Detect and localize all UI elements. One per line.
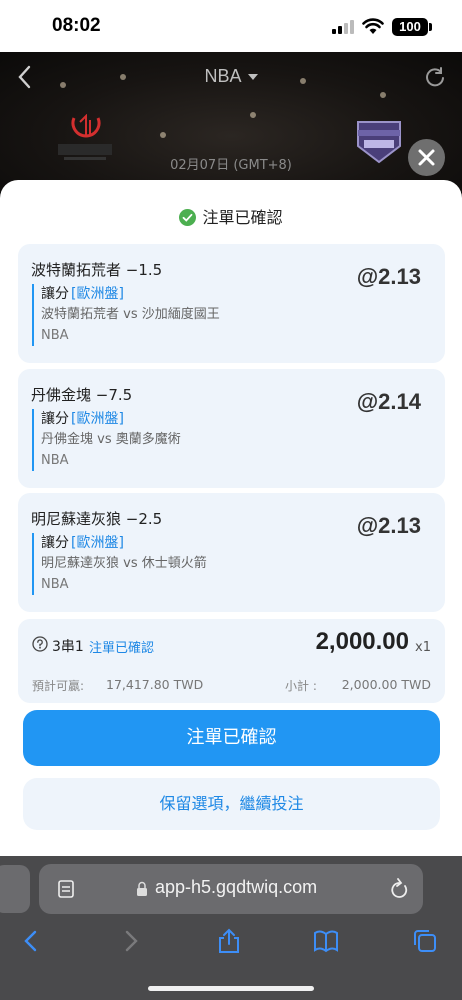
bet-detail: 讓分 [歐洲盤] 明尼蘇達灰狼 vs 休士頓火箭 NBA [32, 533, 332, 595]
status-time: 08:02 [52, 15, 101, 36]
browser-toolbar: app-h5.gqdtwiq.com [0, 856, 462, 1000]
reload-icon[interactable] [389, 878, 409, 900]
back-icon[interactable] [18, 928, 44, 954]
battery-tip [429, 23, 432, 31]
bet-selection: 丹佛金塊 −7.5 [31, 386, 133, 404]
bet-detail: 讓分 [歐洲盤] 丹佛金塊 vs 奧蘭多魔術 NBA [32, 409, 332, 471]
sheet-title: 注單已確認 [0, 204, 462, 228]
bet-odds: @2.14 [356, 389, 421, 414]
parlay-type: 3串1 [52, 639, 84, 655]
bet-matchup: 波特蘭拓荒者 vs 沙加緬度國王 [41, 307, 220, 322]
bet-type: 讓分 [41, 286, 69, 302]
bet-market-tag: [歐洲盤] [71, 535, 124, 551]
bet-market-tag: [歐洲盤] [71, 411, 124, 427]
potential-win-value: 17,417.80 TWD [106, 677, 204, 692]
bet-confirmation-sheet: 注單已確認 波特蘭拓荒者 −1.5 @2.13 讓分 [歐洲盤] 波特蘭拓荒者 v… [0, 180, 462, 856]
bet-summary: 3串1 注單已確認 2,000.00 x1 預計可贏: 17,417.80 TW… [18, 619, 445, 703]
bet-type: 讓分 [41, 535, 69, 551]
confirm-button[interactable]: 注單已確認 [23, 710, 440, 766]
bet-league: NBA [41, 328, 69, 343]
bet-type: 讓分 [41, 411, 69, 427]
bookmarks-icon[interactable] [313, 928, 339, 954]
close-icon [418, 149, 435, 166]
league-selector[interactable]: NBA [0, 66, 462, 87]
league-name: NBA [204, 66, 242, 86]
bet-odds: @2.13 [356, 264, 421, 289]
close-button[interactable] [408, 139, 445, 176]
forward-icon[interactable] [118, 928, 144, 954]
parlay-status: 注單已確認 [89, 641, 155, 656]
bet-card: 波特蘭拓荒者 −1.5 @2.13 讓分 [歐洲盤] 波特蘭拓荒者 vs 沙加緬度… [18, 244, 445, 363]
refresh-icon[interactable] [424, 66, 446, 88]
potential-win-label: 預計可贏: [32, 679, 85, 693]
bet-card: 丹佛金塊 −7.5 @2.14 讓分 [歐洲盤] 丹佛金塊 vs 奧蘭多魔術 NB… [18, 369, 445, 488]
bet-league: NBA [41, 453, 69, 468]
bet-card: 明尼蘇達灰狼 −2.5 @2.13 讓分 [歐洲盤] 明尼蘇達灰狼 vs 休士頓火… [18, 493, 445, 612]
address-bar[interactable]: app-h5.gqdtwiq.com [39, 864, 423, 914]
bet-market: 讓分 [歐洲盤] [41, 409, 332, 429]
bet-market: 讓分 [歐洲盤] [41, 284, 332, 304]
bet-market: 讓分 [歐洲盤] [41, 533, 332, 553]
tabs-icon[interactable] [412, 928, 438, 954]
subtotal-value: 2,000.00 TWD [341, 677, 431, 692]
bet-matchup: 丹佛金塊 vs 奧蘭多魔術 [41, 432, 181, 447]
question-circle-icon[interactable] [32, 636, 48, 652]
stake-multiplier: x1 [415, 640, 431, 655]
stake-amount: 2,000.00 [315, 628, 409, 655]
subtotal-label: 小計 : [285, 679, 317, 693]
keep-selections-button[interactable]: 保留選項，繼續投注 [23, 778, 440, 830]
wifi-icon [362, 18, 384, 34]
reader-mode-icon[interactable] [57, 879, 75, 899]
previous-tab-preview[interactable] [0, 865, 30, 913]
bet-league: NBA [41, 577, 69, 592]
share-icon[interactable] [216, 928, 242, 954]
status-bar: 08:02 100 [0, 0, 462, 52]
home-indicator [148, 986, 314, 991]
match-date: 02月07日 (GMT+8) [170, 158, 292, 173]
lock-icon [137, 881, 147, 896]
bet-selection: 明尼蘇達灰狼 −2.5 [31, 510, 163, 528]
battery-level: 100 [392, 18, 428, 36]
bet-market-tag: [歐洲盤] [71, 286, 124, 302]
url-text: app-h5.gqdtwiq.com [155, 877, 318, 897]
bet-odds: @2.13 [356, 513, 421, 538]
bet-detail: 讓分 [歐洲盤] 波特蘭拓荒者 vs 沙加緬度國王 NBA [32, 284, 332, 346]
chevron-down-icon [247, 74, 258, 81]
check-circle-icon [179, 209, 197, 226]
bet-selection: 波特蘭拓荒者 −1.5 [31, 261, 163, 279]
sheet-title-text: 注單已確認 [202, 208, 283, 227]
cellular-signal-icon [332, 20, 356, 34]
bet-matchup: 明尼蘇達灰狼 vs 休士頓火箭 [41, 556, 207, 571]
match-header: NBA 02月07日 (GMT+8) [0, 52, 462, 192]
